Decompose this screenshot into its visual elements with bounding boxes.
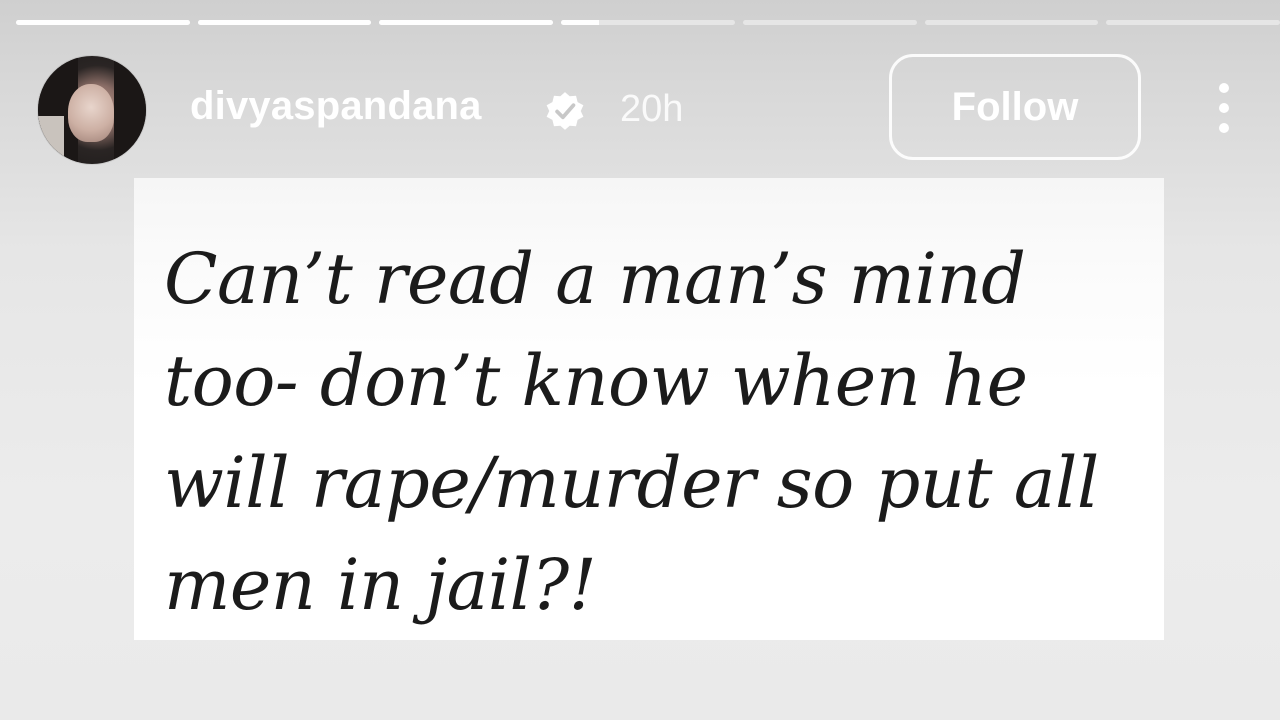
quote-card: Can’t read a man’s mind too- don’t know … xyxy=(134,178,1164,640)
story-progress-segment xyxy=(742,20,917,25)
story-progress-segment xyxy=(1106,20,1280,25)
quote-text: Can’t read a man’s mind too- don’t know … xyxy=(164,238,1099,626)
verified-badge-icon xyxy=(546,92,584,130)
story-progress-bar xyxy=(16,20,1280,26)
story-progress-segment xyxy=(16,20,190,25)
story-progress-segment xyxy=(924,20,1099,25)
timestamp: 20h xyxy=(620,88,684,130)
username[interactable]: divyaspandana xyxy=(190,84,482,129)
follow-button[interactable]: Follow xyxy=(889,54,1141,160)
more-options-icon[interactable] xyxy=(1208,80,1240,140)
avatar[interactable] xyxy=(38,56,146,164)
story-progress-segment xyxy=(197,20,372,25)
story-progress-segment xyxy=(561,20,735,25)
story-progress-segment xyxy=(379,20,554,25)
